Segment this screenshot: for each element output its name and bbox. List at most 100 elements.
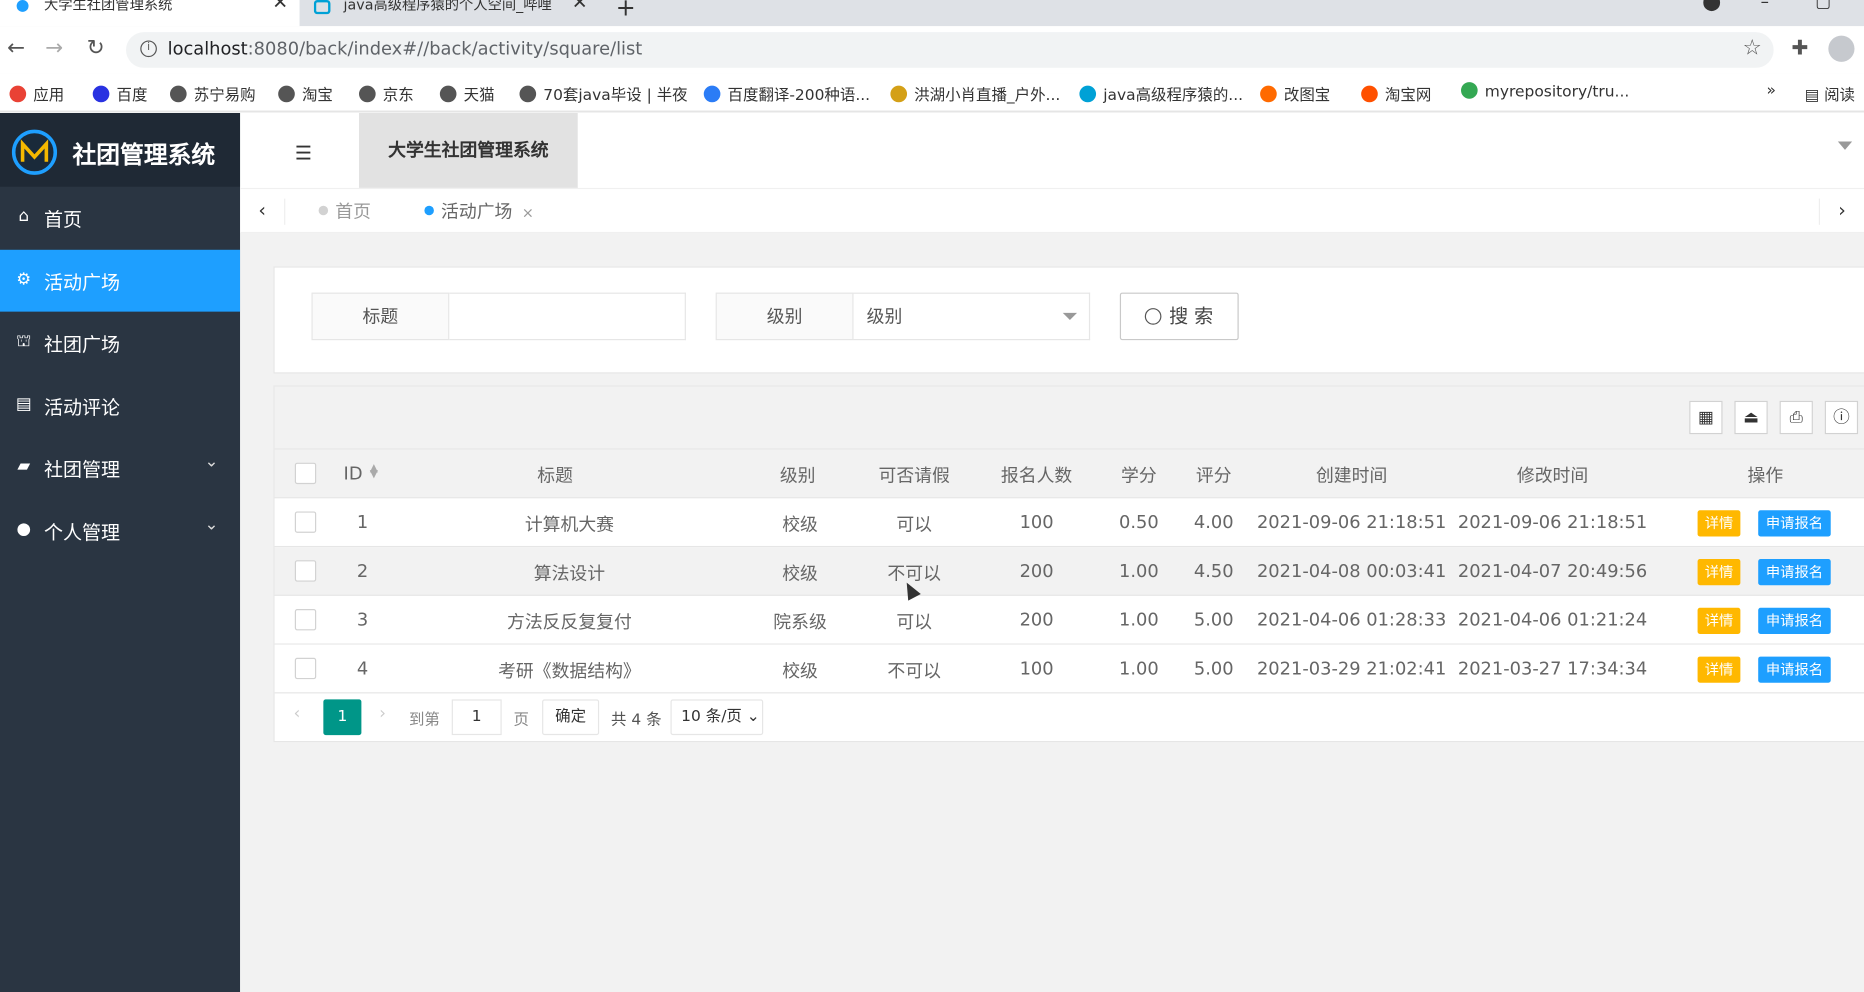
bookmark-item[interactable]: 苏宁易购 — [169, 82, 256, 105]
browser-tab[interactable]: java高级程序猿的个人空间_哔哩 ✕ — [300, 0, 600, 26]
cell-count: 100 — [1019, 657, 1054, 680]
cell-score: 5.00 — [1193, 657, 1234, 680]
url-text: localhost:8080/back/index#//back/activit… — [167, 38, 643, 60]
bookmark-item[interactable]: 淘宝网 — [1361, 82, 1431, 105]
browser-tab-title: java高级程序猿的个人空间_哔哩 — [343, 0, 552, 14]
apply-button[interactable]: 申请报名 — [1758, 656, 1831, 683]
detail-button[interactable]: 详情 — [1697, 607, 1741, 634]
bookmark-star-icon[interactable]: ☆ — [1743, 36, 1762, 61]
detail-button[interactable]: 详情 — [1697, 510, 1741, 537]
reading-list-button[interactable]: ▤ 阅读 — [1805, 82, 1855, 105]
maximize-icon[interactable]: ▢ — [1815, 0, 1831, 12]
table-row[interactable]: 3 方法反反复复付 院系级 可以 200 1.00 5.00 2021-04-06 01:28… — [274, 595, 1864, 645]
browser-tab-active[interactable]: 大学生社团管理系统 ✕ — [0, 0, 300, 27]
table-row[interactable]: 2 算法设计 校级 不可以 200 1.00 4.50 2021-04-08 00:03:41… — [274, 547, 1864, 596]
prev-page-icon[interactable]: ‹ — [294, 704, 301, 723]
detail-button[interactable]: 详情 — [1697, 656, 1741, 683]
detail-button[interactable]: 详情 — [1697, 559, 1741, 586]
sidebar-item[interactable]: ⚙ 活动广场 — [0, 249, 241, 312]
sidebar-item[interactable]: ▰ 社团管理 ⌄ — [0, 437, 240, 499]
current-page-button[interactable]: 1 — [323, 699, 362, 736]
close-tab-icon[interactable]: ✕ — [272, 0, 288, 11]
tabs-scroll-right-icon[interactable]: › — [1818, 198, 1864, 225]
next-page-icon[interactable]: › — [379, 704, 386, 723]
close-page-tab-icon[interactable]: × — [522, 205, 534, 222]
minimize-icon[interactable]: – — [1761, 0, 1769, 12]
cell-id: 1 — [356, 511, 369, 533]
bookmark-favicon-icon — [1361, 85, 1378, 103]
total-count: 共 4 条 — [611, 711, 662, 730]
page-tab-home[interactable]: 首页 — [318, 199, 371, 224]
bookmark-item[interactable]: 改图宝 — [1260, 82, 1330, 105]
bookmark-item[interactable]: 洪湖小肖直播_户外... — [890, 82, 1060, 105]
extensions-icon[interactable]: ✚ — [1791, 37, 1808, 61]
menu-toggle-icon[interactable]: ☰ — [295, 142, 312, 165]
column-header[interactable]: ID ▲ ▼ — [344, 463, 415, 484]
search-button[interactable]: 搜 索 — [1119, 292, 1239, 341]
info-icon[interactable]: ⓘ — [1824, 400, 1859, 435]
bookmark-item[interactable]: 京东 — [359, 82, 414, 105]
apply-button[interactable]: 申请报名 — [1758, 559, 1831, 586]
column-header: 创建时间 — [1315, 465, 1388, 487]
tabs-scroll-left-icon[interactable]: ‹ — [240, 198, 286, 225]
table-row[interactable]: 4 考研《数据结构》 校级 不可以 100 1.00 5.00 2021-03-29 21:0… — [274, 644, 1864, 694]
sidebar-item[interactable]: ● 个人管理 ⌄ — [0, 500, 240, 562]
sort-icon[interactable]: ▲ ▼ — [370, 463, 378, 480]
reload-icon[interactable]: ↻ — [87, 36, 105, 61]
columns-icon[interactable]: ▦ — [1689, 400, 1723, 435]
print-icon[interactable]: ⎙ — [1779, 400, 1813, 435]
title-input[interactable] — [449, 292, 686, 341]
cell-level: 校级 — [782, 513, 818, 536]
goto-page-input[interactable]: 1 — [451, 699, 502, 736]
bookmark-item[interactable]: 应用 — [9, 82, 65, 105]
bookmark-item[interactable]: 百度 — [92, 82, 147, 105]
data-table: ▦ ⏏ ⎙ ⓘ ID ▲ ▼ 标题 级别 可否请假 报名人数 学分 评分 创建时间 修改时间 操作 1… — [273, 385, 1864, 743]
avatar[interactable] — [1828, 35, 1855, 62]
url-input[interactable]: i localhost:8080/back/index#//back/activ… — [126, 32, 1774, 68]
row-checkbox[interactable] — [294, 608, 317, 631]
export-icon[interactable]: ⏏ — [1734, 400, 1768, 435]
row-checkbox[interactable] — [294, 511, 317, 533]
back-icon[interactable]: ← — [7, 36, 25, 61]
info-icon[interactable]: i — [140, 40, 157, 58]
column-header: 评分 — [1195, 465, 1232, 487]
apply-button[interactable]: 申请报名 — [1758, 607, 1831, 634]
table-row[interactable]: 1 计算机大赛 校级 可以 100 0.50 4.00 2021-09-06 21:18:51… — [274, 498, 1864, 548]
page-tab-activity-square[interactable]: 活动广场 × — [424, 199, 534, 224]
cell-created: 2021-09-06 21:18:51 — [1256, 511, 1447, 533]
cell-title: 算法设计 — [533, 562, 606, 585]
header-title[interactable]: 大学生社团管理系统 — [359, 112, 578, 188]
home-icon: ⌂ — [18, 206, 30, 226]
goto-confirm-button[interactable]: 确定 — [542, 699, 600, 736]
cell-count: 200 — [1019, 560, 1054, 582]
bookmarks-overflow-icon[interactable]: » — [1767, 82, 1776, 100]
row-checkbox[interactable] — [294, 560, 317, 582]
sidebar: 社团管理系统 ⌂ 首页 ⚙ 活动广场 ⛫ 社团广场 ▤ 活动评论 ▰ 社团管理 ⌄ ● 个人管理 ⌄ — [0, 112, 241, 992]
caret-down-icon[interactable] — [1837, 141, 1853, 150]
page-size-select[interactable]: 10 条/页 ⌄ — [670, 699, 764, 736]
sidebar-item[interactable]: ▤ 活动评论 — [0, 375, 240, 437]
forward-icon[interactable]: → — [45, 36, 63, 61]
cell-credit: 1.00 — [1118, 657, 1159, 680]
bookmark-item[interactable]: myrepository/tru... — [1461, 82, 1629, 101]
profile-menu-icon[interactable]: ⬤ — [1702, 0, 1721, 12]
bookmark-item[interactable]: 70套java毕设 | 半夜 — [519, 82, 688, 105]
new-tab-button[interactable]: + — [616, 0, 636, 21]
sidebar-item-label: 活动广场 — [43, 271, 121, 294]
bookmark-favicon-icon — [278, 85, 295, 103]
row-checkbox[interactable] — [294, 657, 317, 680]
bookmark-item[interactable]: 天猫 — [439, 82, 495, 105]
sidebar-item[interactable]: ⛫ 社团广场 — [0, 312, 240, 374]
level-select[interactable]: 级别 — [853, 292, 1091, 341]
bookmark-favicon-icon — [9, 85, 27, 103]
page-tabs-bar: ‹ 首页 活动广场 × › — [240, 187, 1864, 234]
bookmark-item[interactable]: 淘宝 — [278, 82, 333, 105]
browser-tab-title: 大学生社团管理系统 — [43, 0, 173, 14]
close-tab-icon[interactable]: ✕ — [572, 0, 588, 11]
apply-button[interactable]: 申请报名 — [1758, 510, 1831, 537]
select-all-checkbox[interactable] — [294, 462, 317, 485]
bookmark-item[interactable]: 百度翻译-200种语... — [703, 82, 870, 105]
bookmark-item[interactable]: java高级程序猿的... — [1079, 82, 1243, 105]
sidebar-item[interactable]: ⌂ 首页 — [0, 187, 240, 249]
bookmark-favicon-icon — [703, 85, 721, 103]
